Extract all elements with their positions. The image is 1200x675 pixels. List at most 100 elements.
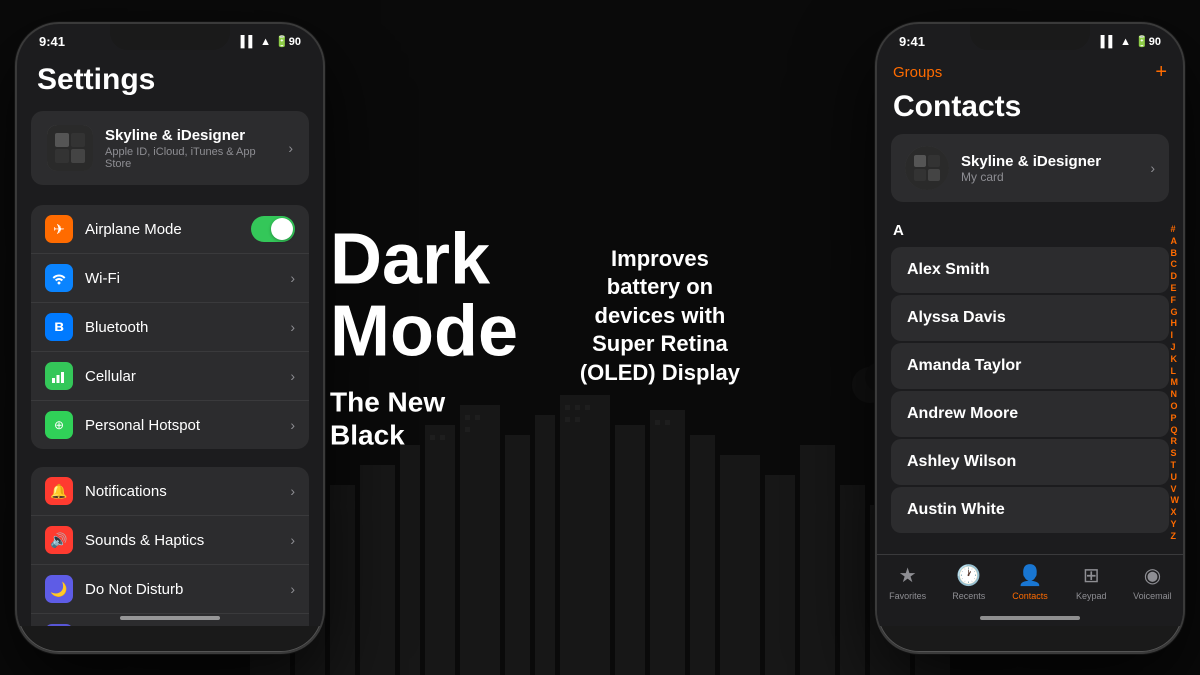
favorites-label: Favorites — [889, 591, 926, 601]
settings-row-airplane[interactable]: ✈ Airplane Mode — [31, 205, 309, 254]
profile-chevron: › — [288, 140, 293, 156]
battery-icon: 🔋90 — [275, 35, 301, 48]
recents-icon: 🕐 — [956, 563, 981, 588]
home-indicator-right — [980, 616, 1080, 620]
home-indicator-left — [120, 616, 220, 620]
contacts-title: Contacts — [877, 86, 1183, 134]
wifi-icon-right: ▲ — [1120, 36, 1131, 48]
settings-row-wifi[interactable]: Wi-Fi › — [31, 254, 309, 303]
tab-keypad[interactable]: ⊞ Keypad — [1061, 563, 1122, 601]
my-card-sub: My card — [961, 170, 1138, 184]
phone-notch — [110, 24, 230, 50]
center-text-area: Dark Mode The New Black — [330, 223, 518, 452]
status-icons-right: ▌▌ ▲ 🔋90 — [1101, 35, 1161, 48]
status-time-right: 9:41 — [899, 34, 925, 49]
contact-row-andrew[interactable]: Andrew Moore — [891, 391, 1169, 437]
signal-icon: ▌▌ — [241, 36, 257, 48]
airplane-toggle[interactable] — [251, 216, 295, 242]
keypad-icon: ⊞ — [1083, 563, 1100, 588]
dnd-icon: 🌙 — [45, 575, 73, 603]
notifications-icon: 🔔 — [45, 477, 73, 505]
sounds-label: Sounds & Haptics — [85, 532, 278, 549]
contact-row-alex[interactable]: Alex Smith — [891, 247, 1169, 293]
my-card-chevron: › — [1150, 160, 1155, 176]
power-button[interactable] — [323, 144, 325, 204]
settings-profile-card[interactable]: Skyline & iDesigner Apple ID, iCloud, iT… — [31, 111, 309, 185]
cellular-label: Cellular — [85, 368, 278, 385]
contact-name-alyssa: Alyssa Davis — [907, 309, 1006, 327]
status-icons-left: ▌▌ ▲ 🔋90 — [241, 35, 301, 48]
settings-row-hotspot[interactable]: ⊕ Personal Hotspot › — [31, 401, 309, 449]
profile-sub: Apple ID, iCloud, iTunes & App Store — [105, 146, 276, 170]
airplane-icon: ✈ — [45, 215, 73, 243]
screen-time-icon: ⏱ — [45, 624, 73, 626]
contact-name-amanda: Amanda Taylor — [907, 357, 1021, 375]
tab-recents[interactable]: 🕐 Recents — [938, 563, 999, 601]
add-contact-button[interactable]: + — [1155, 61, 1167, 84]
contacts-tab-icon: 👤 — [1018, 563, 1043, 588]
my-card-info: Skyline & iDesigner My card — [961, 153, 1138, 184]
dnd-label: Do Not Disturb — [85, 581, 278, 598]
cellular-icon — [45, 362, 73, 390]
recents-label: Recents — [952, 591, 985, 601]
contact-name-ashley: Ashley Wilson — [907, 453, 1016, 471]
contacts-nav: Groups + — [877, 53, 1183, 86]
settings-row-cellular[interactable]: Cellular › — [31, 352, 309, 401]
contacts-power-button[interactable] — [1183, 144, 1185, 204]
my-card-avatar — [905, 146, 949, 190]
settings-group-2: 🔔 Notifications › 🔊 Sounds & Haptics › 🌙… — [31, 467, 309, 626]
profile-name: Skyline & iDesigner — [105, 127, 276, 144]
notifications-label: Notifications — [85, 483, 278, 500]
bluetooth-icon: ʙ — [45, 313, 73, 341]
tab-voicemail[interactable]: ◉ Voicemail — [1122, 563, 1183, 601]
contact-name-alex: Alex Smith — [907, 261, 990, 279]
groups-button[interactable]: Groups — [893, 64, 942, 81]
section-label-a: A — [877, 218, 1183, 243]
voicemail-label: Voicemail — [1133, 591, 1172, 601]
notifications-chevron: › — [290, 483, 295, 499]
settings-title: Settings — [17, 53, 323, 111]
battery-icon-right: 🔋90 — [1135, 35, 1161, 48]
contacts-phone: 9:41 ▌▌ ▲ 🔋90 Groups + Contacts — [875, 22, 1185, 654]
tagline-text: Improves battery on devices with Super R… — [580, 245, 740, 388]
contact-row-austin[interactable]: Austin White — [891, 487, 1169, 533]
settings-row-sounds[interactable]: 🔊 Sounds & Haptics › — [31, 516, 309, 565]
sounds-chevron: › — [290, 532, 295, 548]
contact-row-alyssa[interactable]: Alyssa Davis — [891, 295, 1169, 341]
status-time-left: 9:41 — [39, 34, 65, 49]
contact-row-amanda[interactable]: Amanda Taylor — [891, 343, 1169, 389]
favorites-icon: ★ — [899, 563, 917, 588]
tab-contacts[interactable]: 👤 Contacts — [999, 563, 1060, 601]
settings-screen: 9:41 ▌▌ ▲ 🔋90 Settings Skyline & iDesign… — [17, 24, 323, 626]
hotspot-chevron: › — [290, 417, 295, 433]
my-card[interactable]: Skyline & iDesigner My card › — [891, 134, 1169, 202]
dark-mode-title: Dark Mode — [330, 223, 518, 367]
the-new-black-text: The New Black — [330, 385, 518, 452]
hotspot-icon: ⊕ — [45, 411, 73, 439]
settings-group-1: ✈ Airplane Mode Wi-Fi › ʙ Bluetooth — [31, 205, 309, 449]
cellular-chevron: › — [290, 368, 295, 384]
wifi-chevron: › — [290, 270, 295, 286]
contacts-notch — [970, 24, 1090, 50]
alphabet-index: # A B C D E F G H I J K L M N O P Q R S … — [1171, 224, 1180, 542]
bluetooth-chevron: › — [290, 319, 295, 335]
wifi-settings-icon — [45, 264, 73, 292]
dnd-chevron: › — [290, 581, 295, 597]
settings-row-bluetooth[interactable]: ʙ Bluetooth › — [31, 303, 309, 352]
tab-favorites[interactable]: ★ Favorites — [877, 563, 938, 601]
contact-name-andrew: Andrew Moore — [907, 405, 1018, 423]
settings-row-notifications[interactable]: 🔔 Notifications › — [31, 467, 309, 516]
hotspot-label: Personal Hotspot — [85, 417, 278, 434]
airplane-label: Airplane Mode — [85, 221, 239, 238]
settings-phone: 9:41 ▌▌ ▲ 🔋90 Settings Skyline & iDesign… — [15, 22, 325, 654]
contacts-screen: 9:41 ▌▌ ▲ 🔋90 Groups + Contacts — [877, 24, 1183, 626]
sounds-icon: 🔊 — [45, 526, 73, 554]
contacts-tab-label: Contacts — [1012, 591, 1048, 601]
voicemail-icon: ◉ — [1144, 563, 1161, 588]
settings-row-dnd[interactable]: 🌙 Do Not Disturb › — [31, 565, 309, 614]
bluetooth-label: Bluetooth — [85, 319, 278, 336]
contact-row-ashley[interactable]: Ashley Wilson — [891, 439, 1169, 485]
my-card-name: Skyline & iDesigner — [961, 153, 1138, 170]
profile-avatar — [47, 125, 93, 171]
wifi-label: Wi-Fi — [85, 270, 278, 287]
